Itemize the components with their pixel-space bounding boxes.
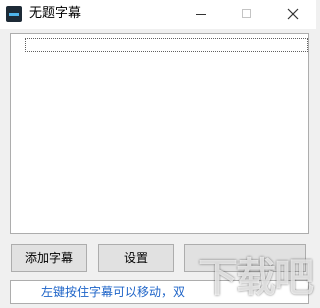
status-bar: 左键按住字幕可以移动，双: [10, 280, 309, 304]
maximize-icon: [242, 9, 251, 18]
list-focus-row[interactable]: [25, 38, 308, 52]
app-icon: [6, 6, 22, 22]
third-button[interactable]: [184, 244, 306, 272]
minimize-button[interactable]: [178, 0, 224, 29]
close-button[interactable]: [270, 0, 316, 29]
app-window: 无题字幕 添加字幕 设置 左键按住字幕可以移动，双 下载吧: [0, 0, 316, 308]
settings-button[interactable]: 设置: [98, 244, 174, 272]
maximize-button: [224, 0, 270, 29]
window-title: 无题字幕: [29, 6, 82, 21]
title-bar[interactable]: 无题字幕: [0, 0, 316, 29]
minimize-icon: [196, 14, 206, 15]
close-icon: [287, 8, 299, 20]
status-text: 左键按住字幕可以移动，双: [41, 285, 186, 299]
add-subtitle-button[interactable]: 添加字幕: [11, 244, 87, 272]
subtitle-list[interactable]: [10, 33, 309, 234]
